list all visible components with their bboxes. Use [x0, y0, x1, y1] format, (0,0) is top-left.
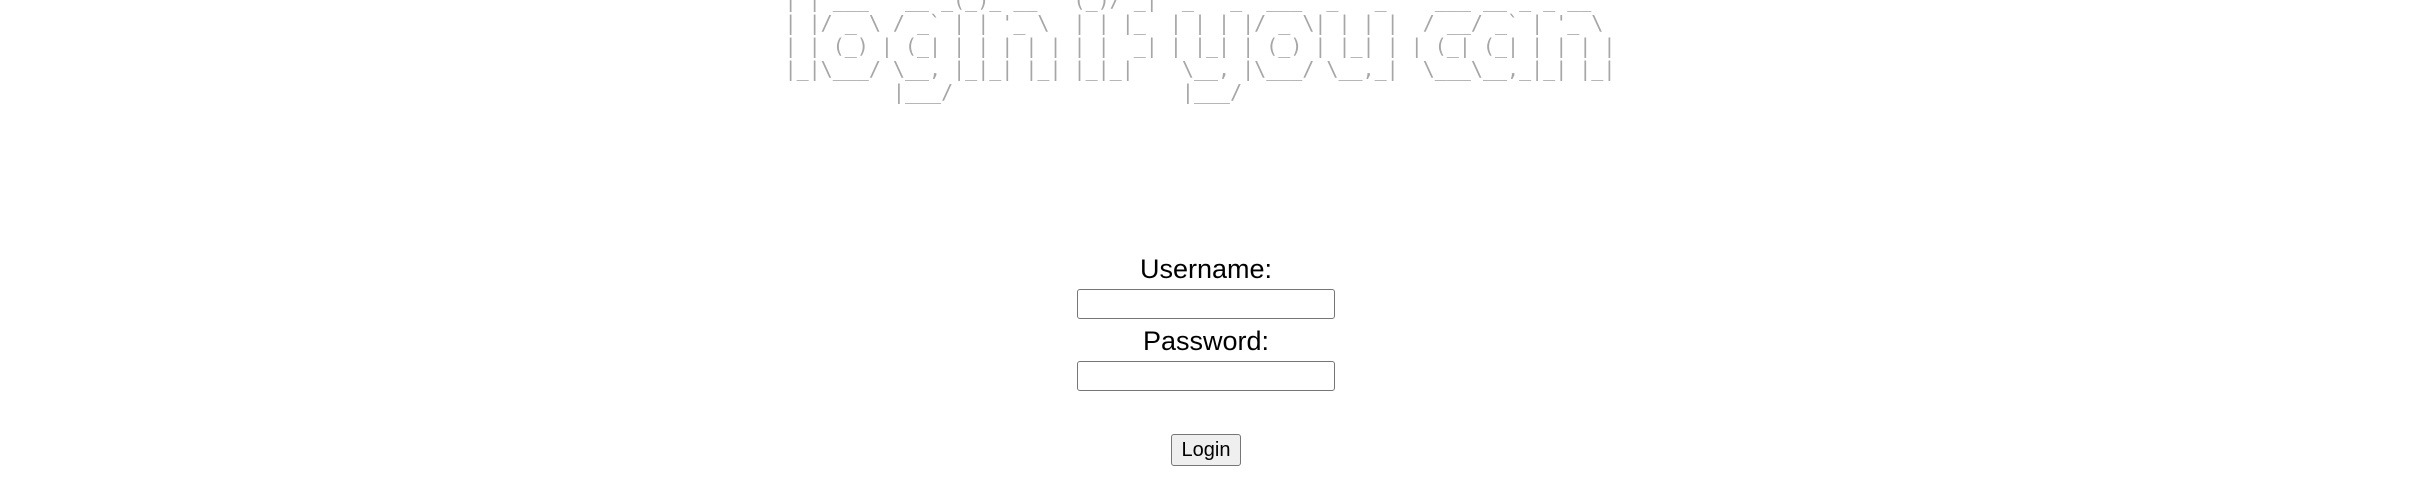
login-form: Username: Password: Login [0, 253, 2412, 466]
login-page: _ _ _ __ | | ___ __ _(_)_ __ (_)/ _| _ _… [0, 0, 2412, 502]
password-input[interactable] [1077, 361, 1335, 391]
login-button[interactable]: Login [1170, 434, 1242, 466]
ascii-art-title: _ _ _ __ | | ___ __ _(_)_ __ (_)/ _| _ _… [0, 0, 2412, 104]
ascii-art-text: _ _ _ __ | | ___ __ _(_)_ __ (_)/ _| _ _… [784, 0, 1616, 104]
username-label: Username: [1139, 254, 1273, 284]
username-input[interactable] [1077, 289, 1335, 319]
password-label: Password: [1142, 326, 1270, 356]
